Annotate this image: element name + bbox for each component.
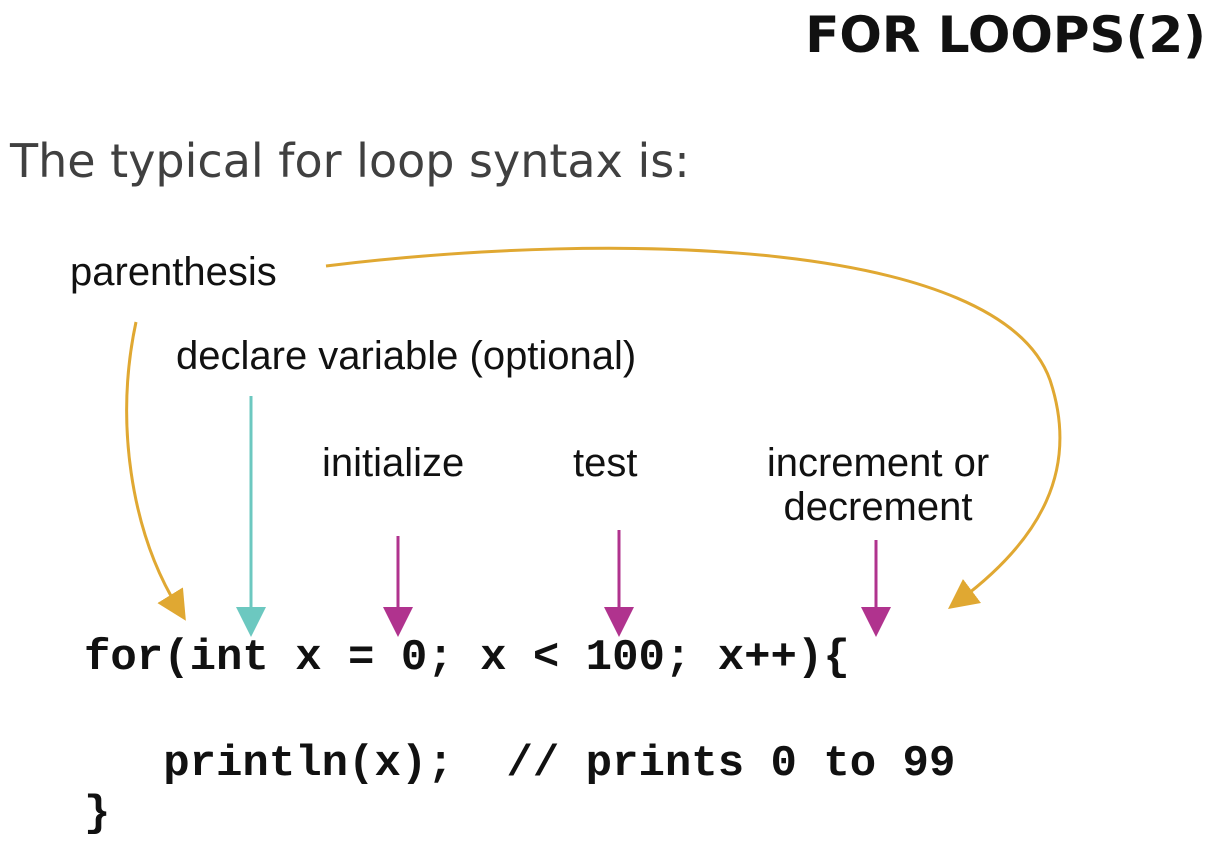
code-line-1: for(int x = 0; x < 100; x++){ <box>84 633 850 683</box>
label-parenthesis: parenthesis <box>70 250 277 294</box>
code-line-2: println(x); // prints 0 to 99 <box>84 739 956 789</box>
code-line-3: } <box>84 789 111 839</box>
label-declare-variable: declare variable (optional) <box>176 334 637 378</box>
paren-open-arrow <box>125 321 186 621</box>
label-initialize: initialize <box>322 441 465 485</box>
paren-close-arrow <box>325 246 1062 610</box>
annotation-arrows <box>125 246 1062 637</box>
label-increment-line2: decrement <box>783 485 973 529</box>
label-increment-line1: increment or <box>766 441 990 485</box>
slide: FOR LOOPS(2) The typical for loop syntax… <box>0 0 1216 852</box>
label-increment: increment or decrement <box>758 441 998 529</box>
label-test: test <box>573 441 638 485</box>
